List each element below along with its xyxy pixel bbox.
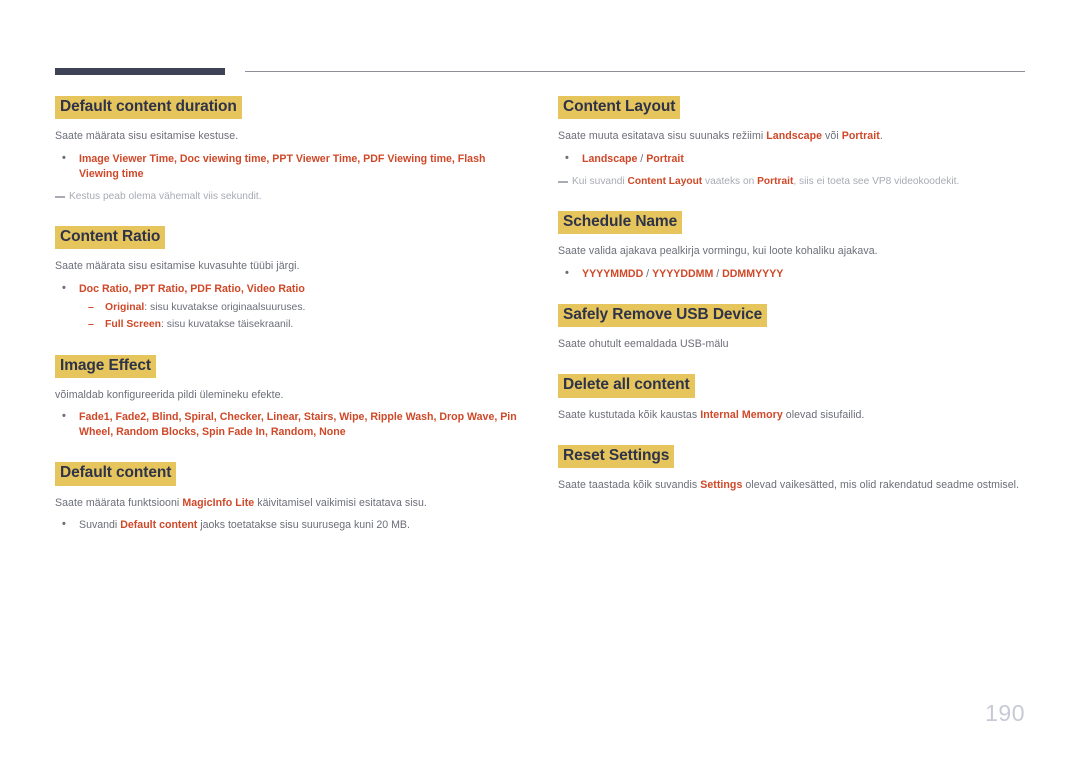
section-body: Saate määrata sisu esitamise kestuse. [55, 130, 239, 143]
bullet-list: Image Viewer Time, Doc viewing time, PPT… [55, 151, 525, 182]
bullet-list: Doc Ratio, PPT Ratio, PDF Ratio, Video R… [55, 281, 525, 333]
keyword: DDMMYYYY [722, 267, 784, 280]
header-rule [55, 66, 1025, 76]
text-run: Suvandi [79, 519, 121, 532]
section-schedule-name: Schedule Name Saate valida ajakava pealk… [558, 210, 1028, 282]
keyword: Portrait [757, 175, 794, 187]
note-text: Kui suvandi Content Layout vaateks on Po… [572, 176, 959, 187]
section-heading: Default content [55, 462, 177, 486]
section-delete-all-content: Delete all content Saate kustutada kõik … [558, 374, 1028, 423]
section-content-ratio: Content Ratio Saate määrata sisu esitami… [55, 225, 525, 333]
bullet-list: Suvandi Default content jaoks toetatakse… [55, 517, 525, 533]
section-heading: Image Effect [55, 354, 156, 379]
section-heading: Content Layout [558, 96, 681, 120]
text-run: Saate määrata funktsiooni [55, 496, 183, 509]
section-image-effect: Image Effect võimaldab konfigureerida pi… [55, 354, 525, 441]
keyword: Landscape [582, 152, 638, 165]
section-body: Saate määrata sisu esitamise kuvasuhte t… [55, 260, 300, 273]
list-item: Suvandi Default content jaoks toetatakse… [55, 517, 525, 533]
section-body: Saate muuta esitatava sisu suunaks režii… [558, 129, 1028, 144]
text-run: olevad sisufailid. [782, 408, 865, 421]
section-heading: Schedule Name [558, 210, 683, 235]
bullet-text: Image Viewer Time, Doc viewing time, PPT… [79, 152, 486, 180]
section-note: Kestus peab olema vähemalt viis sekundit… [55, 190, 525, 204]
list-item: Image Viewer Time, Doc viewing time, PPT… [55, 151, 525, 182]
text-run: Saate kustutada kõik kaustas [558, 408, 701, 421]
keyword: YYYYMMDD [582, 267, 644, 280]
keyword: Content Layout [627, 175, 703, 187]
text-run: / [637, 152, 647, 165]
section-body: Saate kustutada kõik kaustas Internal Me… [558, 408, 1028, 423]
note-text: Kestus peab olema vähemalt viis sekundit… [69, 190, 262, 202]
keyword: Portrait [841, 130, 880, 143]
keyword: Internal Memory [700, 408, 783, 421]
section-heading: Safely Remove USB Device [558, 303, 768, 327]
document-page: Default content duration Saate määrata s… [0, 0, 1080, 763]
text-run: . [879, 130, 883, 143]
bullet-text: Fade1, Fade2, Blind, Spiral, Checker, Li… [79, 411, 517, 439]
sub-list-item: Full Screen: sisu kuvatakse täisekraanil… [79, 318, 525, 333]
keyword: MagicInfo Lite [182, 496, 255, 509]
keyword: Default content [120, 519, 198, 532]
section-body: Saate ohutult eemaldada USB-mälu [558, 337, 729, 350]
text-run: või [822, 130, 842, 143]
bullet-text: Landscape / Portrait [582, 153, 684, 165]
header-bar-thick [55, 68, 225, 75]
list-item: Doc Ratio, PPT Ratio, PDF Ratio, Video R… [55, 281, 525, 333]
sub-term: Full Screen [105, 319, 162, 331]
section-heading: Default content duration [55, 96, 242, 120]
bullet-text: Doc Ratio, PPT Ratio, PDF Ratio, Video R… [79, 282, 305, 295]
text-run: Saate muuta esitatava sisu suunaks režii… [558, 130, 767, 143]
page-number: 190 [985, 700, 1025, 726]
bullet-list: Fade1, Fade2, Blind, Spiral, Checker, Li… [55, 409, 525, 440]
section-heading: Content Ratio [55, 225, 166, 250]
section-safely-remove-usb-device: Safely Remove USB Device Saate ohutult e… [558, 303, 1028, 353]
section-body: Saate taastada kõik suvandis Settings ol… [558, 478, 1028, 493]
right-column: Content Layout Saate muuta esitatava sis… [558, 96, 1028, 494]
sub-term: Original [105, 301, 145, 313]
sub-list-item: Original: sisu kuvatakse originaalsuurus… [79, 301, 525, 316]
text-run: olevad vaikesätted, mis olid rakendatud … [742, 479, 1020, 492]
keyword: Landscape [766, 130, 823, 143]
section-reset-settings: Reset Settings Saate taastada kõik suvan… [558, 444, 1028, 494]
section-content-layout: Content Layout Saate muuta esitatava sis… [558, 96, 1028, 189]
section-body: Saate valida ajakava pealkirja vormingu,… [558, 245, 878, 258]
bullet-list: Landscape / Portrait [558, 151, 1028, 167]
text-run: / [713, 267, 723, 280]
text-run: , siis ei toeta see VP8 videokoodekit. [793, 175, 960, 187]
section-body: võimaldab konfigureerida pildi ülemineku… [55, 389, 284, 402]
bullet-text: Suvandi Default content jaoks toetatakse… [79, 519, 410, 531]
header-bar-thin [245, 71, 1025, 72]
text-run: Saate taastada kõik suvandis [558, 479, 701, 492]
section-heading: Delete all content [558, 374, 695, 398]
section-note: Kui suvandi Content Layout vaateks on Po… [558, 175, 1028, 189]
text-run: Kui suvandi [572, 175, 628, 187]
keyword: Portrait [646, 152, 684, 165]
text-run: käivitamisel vaikimisi esitatava sisu. [254, 496, 427, 509]
keyword: Settings [700, 479, 743, 492]
sub-text: : sisu kuvatakse täisekraanil. [161, 319, 294, 331]
list-item: Landscape / Portrait [558, 151, 1028, 167]
sub-bullet-list: Original: sisu kuvatakse originaalsuurus… [79, 301, 525, 333]
section-default-content: Default content Saate määrata funktsioon… [55, 462, 525, 533]
bullet-text: YYYYMMDD / YYYYDDMM / DDMMYYYY [582, 268, 783, 280]
section-body: Saate määrata funktsiooni MagicInfo Lite… [55, 496, 525, 511]
text-run: vaateks on [702, 175, 758, 187]
keyword: YYYYDDMM [652, 267, 714, 280]
left-column: Default content duration Saate määrata s… [55, 96, 525, 533]
list-item: Fade1, Fade2, Blind, Spiral, Checker, Li… [55, 409, 525, 440]
text-run: / [643, 267, 653, 280]
text-run: jaoks toetatakse sisu suurusega kuni 20 … [197, 519, 410, 532]
sub-text: : sisu kuvatakse originaalsuuruses. [144, 301, 306, 313]
section-heading: Reset Settings [558, 444, 675, 469]
section-default-content-duration: Default content duration Saate määrata s… [55, 96, 525, 204]
bullet-list: YYYYMMDD / YYYYDDMM / DDMMYYYY [558, 266, 1028, 282]
list-item: YYYYMMDD / YYYYDDMM / DDMMYYYY [558, 266, 1028, 282]
